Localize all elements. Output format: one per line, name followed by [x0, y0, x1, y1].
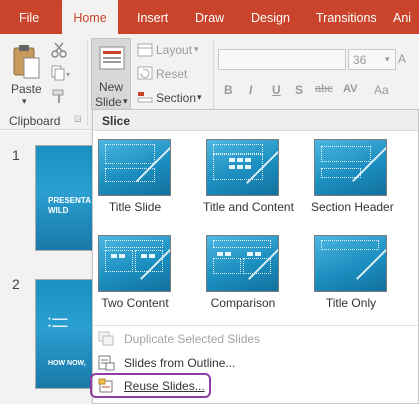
layout-caption: Title Only [325, 296, 377, 310]
tab-home[interactable]: Home [62, 0, 118, 36]
layout-preview [206, 139, 279, 196]
shadow-button[interactable]: S [295, 83, 303, 97]
cut-icon[interactable] [51, 42, 67, 58]
slides-from-outline-icon [98, 355, 115, 371]
section-chevron-icon: ▾ [197, 92, 202, 102]
tab-design[interactable]: Design [251, 0, 290, 34]
layout-preview [206, 235, 279, 292]
slide-thumbnail-title: PRESENTA WILD [48, 196, 91, 215]
section-button[interactable]: Section [156, 91, 196, 105]
new-slide-icon [99, 46, 125, 70]
slide-thumbnail-2[interactable]: ● ▬▬▬ ● ▬▬▬ HOW NOW, [35, 279, 93, 389]
paste-button[interactable]: Paste ▾ [8, 42, 44, 108]
font-name-combo[interactable] [218, 49, 346, 70]
tab-draw[interactable]: Draw [195, 0, 224, 34]
new-slide-label-2: Slide [95, 95, 122, 109]
paste-label: Paste [11, 82, 42, 96]
clipboard-launcher-icon[interactable]: ◲ [74, 114, 82, 123]
slide-thumbnail-title: HOW NOW, [48, 360, 86, 367]
layout-preview [98, 139, 171, 196]
layout-caption: Comparison [210, 296, 276, 310]
slide-thumbnails-pane: 1 PRESENTA WILD 2 ● ▬▬▬ ● ▬▬▬ HOW NOW, [0, 131, 93, 404]
layout-caption: Title and Content [203, 200, 294, 214]
slides-from-outline-label: Slides from Outline... [124, 356, 236, 370]
strikethrough-button[interactable]: abc [315, 83, 333, 95]
font-size-value: 36 [353, 53, 367, 67]
format-painter-icon[interactable] [51, 88, 67, 104]
layout-chevron-icon: ▾ [194, 44, 199, 54]
new-slide-chevron-icon: ▾ [123, 96, 128, 106]
layout-title-only[interactable]: Title Only [311, 232, 413, 322]
group-divider [87, 40, 88, 126]
slide-thumbnail-1[interactable]: PRESENTA WILD [35, 145, 93, 251]
font-size-combo[interactable]: 36 ▾ [348, 49, 396, 70]
underline-button[interactable]: U [272, 83, 281, 97]
ribbon-tab-bar: File Home Insert Draw Design Transitions… [0, 0, 419, 36]
new-slide-label-1: New [99, 80, 124, 94]
theme-name: Slice [102, 114, 131, 128]
layout-preview [314, 235, 387, 292]
layout-comparison[interactable]: Comparison [203, 232, 305, 322]
reset-button[interactable]: Reset [156, 67, 187, 81]
layout-button[interactable]: Layout [156, 43, 192, 57]
tab-transitions[interactable]: Transitions [316, 0, 377, 34]
reuse-slides-highlight-ring [90, 373, 211, 398]
character-spacing-button[interactable]: AV [343, 83, 357, 95]
slide-number: 1 [12, 147, 20, 163]
slides-from-outline-item[interactable]: Slides from Outline... [93, 351, 418, 375]
bullet-mark: ● ▬▬▬ [48, 323, 68, 329]
new-slide-dropdown: Slice Title Slide Title and Content Sect… [92, 109, 419, 404]
clipboard-group-label: Clipboard [9, 114, 61, 128]
layout-caption: Title Slide [108, 200, 162, 214]
layout-section-header[interactable]: Section Header [311, 136, 413, 226]
tab-animations[interactable]: Ani [393, 0, 411, 34]
grow-font-icon[interactable]: A [398, 52, 406, 66]
layout-title-slide[interactable]: Title Slide [95, 136, 197, 226]
theme-header: Slice [93, 110, 418, 131]
bold-button[interactable]: B [224, 83, 233, 97]
layout-two-content[interactable]: Two Content [95, 232, 197, 322]
section-icon[interactable] [137, 90, 153, 104]
layout-caption: Section Header [311, 200, 394, 214]
bullet-mark: ● ▬▬▬ [48, 316, 68, 322]
layout-caption: Two Content [101, 296, 169, 310]
duplicate-slides-icon [98, 331, 114, 346]
font-size-chevron-icon: ▾ [385, 54, 390, 64]
menu-divider [93, 325, 418, 326]
new-slide-button[interactable]: New Slide ▾ [91, 38, 131, 110]
paste-icon [13, 45, 40, 79]
duplicate-selected-slides-item[interactable]: Duplicate Selected Slides [93, 327, 418, 351]
duplicate-slides-label: Duplicate Selected Slides [124, 332, 261, 346]
tab-file[interactable]: File [19, 0, 39, 34]
paste-chevron-icon[interactable]: ▾ [22, 96, 27, 107]
italic-button[interactable]: I [249, 83, 252, 97]
copy-icon[interactable]: ▾ [51, 65, 73, 81]
change-case-button[interactable]: Aa [374, 83, 389, 97]
slide-number: 2 [12, 276, 20, 292]
layout-preview [314, 139, 387, 196]
layout-icon[interactable] [137, 43, 153, 57]
reset-icon[interactable] [137, 66, 153, 80]
tab-insert[interactable]: Insert [137, 0, 168, 34]
layout-preview [98, 235, 171, 292]
layout-title-and-content[interactable]: Title and Content [203, 136, 305, 226]
svg-text:▾: ▾ [66, 70, 70, 79]
